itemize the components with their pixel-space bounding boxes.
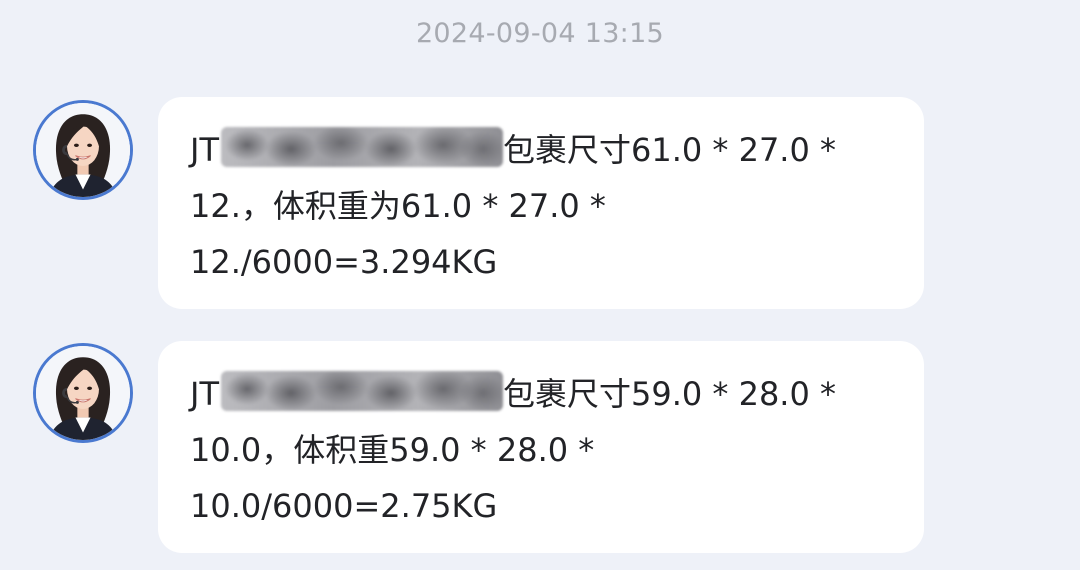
message-line: JT 包裹尺寸59.0 * 28.0 * — [190, 366, 894, 422]
package-dimensions-text: 包裹尺寸59.0 * 28.0 * — [502, 375, 837, 413]
customer-service-agent-icon — [36, 346, 130, 440]
tracking-prefix: JT — [190, 131, 219, 169]
redacted-tracking-number — [220, 127, 503, 167]
message-bubble[interactable]: JT 包裹尺寸59.0 * 28.0 * 10.0，体积重59.0 * 28.0 … — [158, 341, 924, 553]
message-line: 10.0/6000=2.75KG — [190, 487, 498, 525]
agent-avatar[interactable] — [33, 343, 133, 443]
message-timestamp: 2024-09-04 13:15 — [415, 18, 665, 49]
message-line: JT 包裹尺寸61.0 * 27.0 * — [190, 122, 894, 178]
message-line: 12.，体积重为61.0 * 27.0 * — [190, 187, 606, 225]
tracking-prefix: JT — [190, 375, 219, 413]
agent-avatar[interactable] — [33, 100, 133, 200]
message-line: 12./6000=3.294KG — [190, 243, 498, 281]
redacted-tracking-number — [220, 371, 503, 411]
package-dimensions-text: 包裹尺寸61.0 * 27.0 * — [502, 131, 837, 169]
customer-service-agent-icon — [36, 103, 130, 197]
message-line: 10.0，体积重59.0 * 28.0 * — [190, 431, 595, 469]
message-bubble[interactable]: JT 包裹尺寸61.0 * 27.0 * 12.，体积重为61.0 * 27.0 … — [158, 97, 924, 309]
